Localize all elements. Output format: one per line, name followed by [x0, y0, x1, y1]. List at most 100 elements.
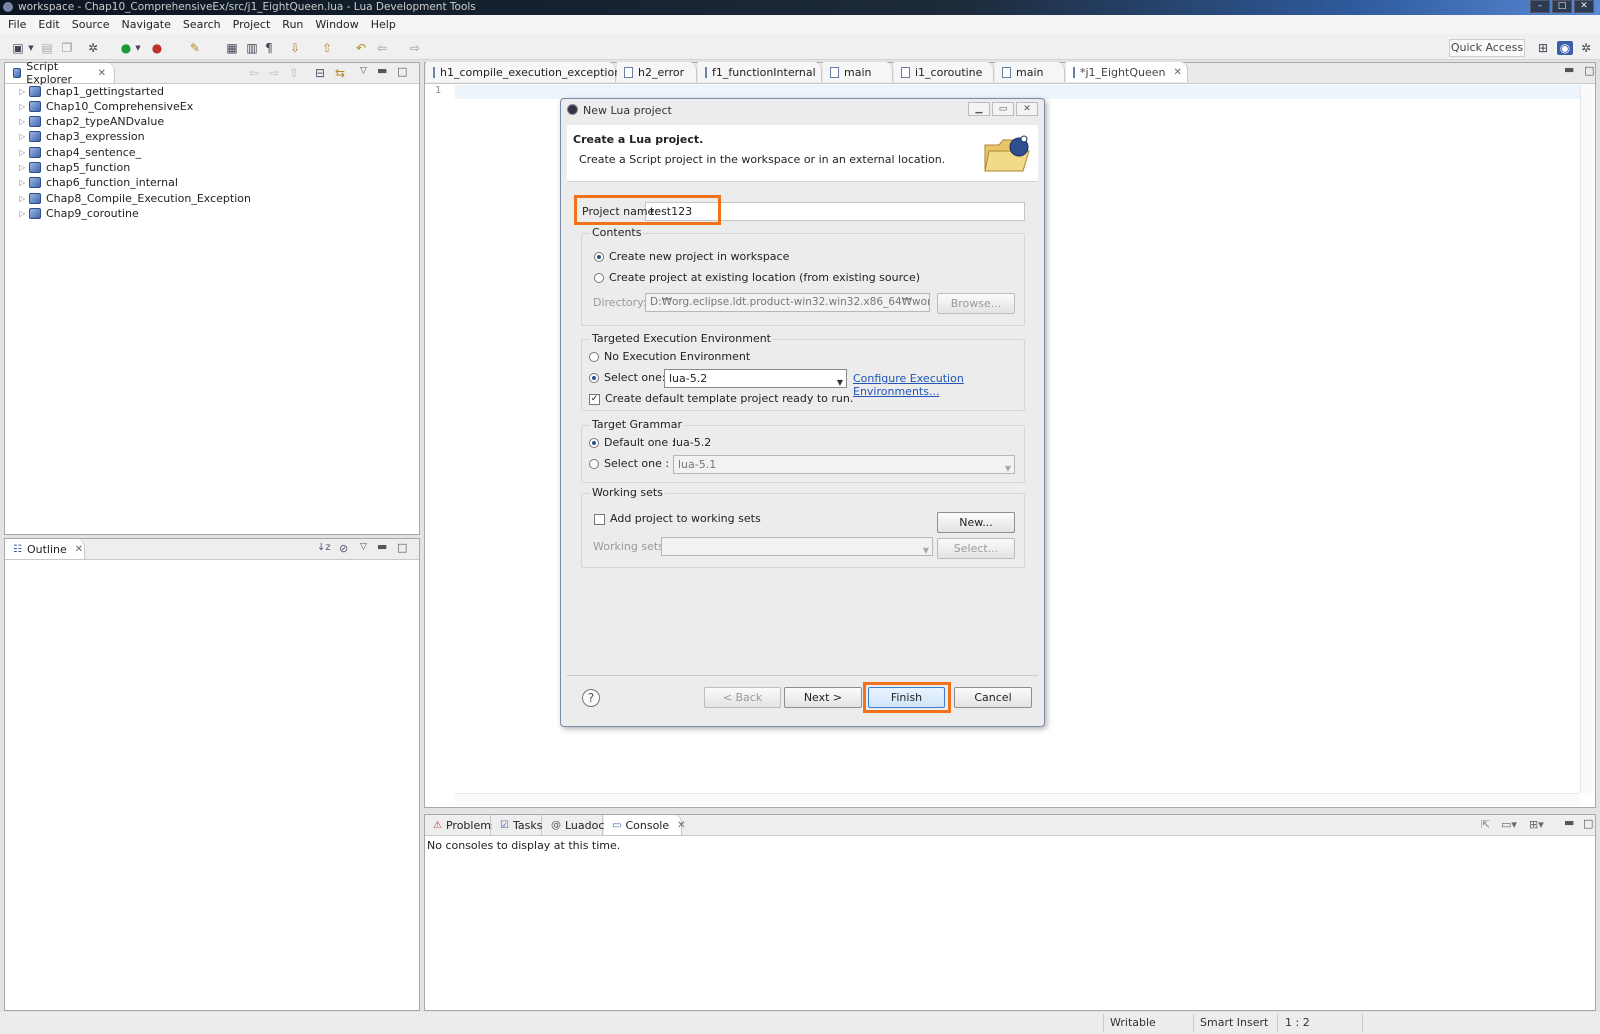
pin-console-icon[interactable]: ⇱: [1481, 818, 1490, 831]
add-working-sets-checkbox[interactable]: Add project to working sets: [594, 512, 761, 525]
link-editor-icon[interactable]: ⇆: [335, 66, 345, 80]
radio-unselected-icon[interactable]: [589, 352, 599, 362]
editor-tab[interactable]: h2_error: [617, 62, 697, 82]
chevron-down-icon[interactable]: ▼: [1005, 460, 1011, 473]
menu-window[interactable]: Window: [315, 18, 358, 31]
radio-unselected-icon[interactable]: [594, 273, 604, 283]
new-dropdown-icon[interactable]: ▼: [27, 41, 35, 55]
tree-item[interactable]: ▷ chap5_function: [19, 160, 130, 175]
sort-icon[interactable]: ↓z: [317, 542, 331, 553]
editor-tab[interactable]: i1_coroutine: [894, 62, 994, 82]
browse-button[interactable]: Browse...: [937, 293, 1015, 314]
select-working-set-button[interactable]: Select...: [937, 538, 1015, 559]
tab-console[interactable]: ▭ Console ✕: [604, 815, 686, 835]
select-grammar-radio[interactable]: Select one :: [589, 457, 669, 470]
filter-icon[interactable]: ⊘: [339, 542, 348, 555]
working-sets-select[interactable]: ▼: [661, 537, 933, 556]
expand-arrow-icon[interactable]: ▷: [19, 209, 29, 218]
minimize-view-icon[interactable]: ▬: [377, 540, 387, 553]
new-wizard-icon[interactable]: ▣: [10, 41, 26, 55]
forward-icon[interactable]: ⇨: [408, 41, 422, 55]
no-exec-env-radio[interactable]: No Execution Environment: [589, 350, 750, 363]
close-icon[interactable]: ✕: [75, 544, 83, 555]
radio-selected-icon[interactable]: [589, 438, 599, 448]
menu-search[interactable]: Search: [183, 18, 221, 31]
display-console-icon[interactable]: ▭▾: [1501, 818, 1517, 831]
view-menu-icon[interactable]: ▽: [360, 542, 367, 552]
tree-item[interactable]: ▷ Chap8_Compile_Execution_Exception: [19, 191, 251, 206]
run-dropdown-icon[interactable]: ▼: [134, 41, 142, 55]
minimize-view-icon[interactable]: ▬: [377, 64, 387, 77]
debug-perspective-icon[interactable]: ✲: [1579, 41, 1593, 55]
maximize-view-icon[interactable]: □: [397, 65, 407, 78]
expand-arrow-icon[interactable]: ▷: [19, 163, 29, 172]
tree-item[interactable]: ▷ chap6_function_internal: [19, 175, 178, 190]
select-exec-env-radio[interactable]: Select one:: [589, 371, 666, 384]
create-new-radio[interactable]: Create new project in workspace: [594, 250, 789, 263]
new-working-set-button[interactable]: New...: [937, 512, 1015, 533]
radio-selected-icon[interactable]: [589, 373, 599, 383]
expand-arrow-icon[interactable]: ▷: [19, 178, 29, 187]
collapse-all-icon[interactable]: ⊟: [315, 66, 325, 80]
expand-arrow-icon[interactable]: ▷: [19, 102, 29, 111]
back-nav-icon[interactable]: ⇦: [249, 66, 259, 80]
expand-arrow-icon[interactable]: ▷: [19, 87, 29, 96]
maximize-editor-icon[interactable]: □: [1584, 64, 1594, 77]
tree-item[interactable]: ▷ chap4_sentence_: [19, 145, 141, 160]
next-annotation-icon[interactable]: ⇩: [288, 41, 302, 55]
open-console-icon[interactable]: ⊞▾: [1529, 818, 1544, 831]
last-edit-icon[interactable]: ↶: [354, 41, 368, 55]
prev-annotation-icon[interactable]: ⇧: [320, 41, 334, 55]
checkbox-unchecked-icon[interactable]: [594, 513, 605, 525]
close-icon[interactable]: ✕: [98, 68, 106, 79]
minimize-editor-icon[interactable]: ▬: [1564, 63, 1574, 76]
tab-problems[interactable]: ⚠ Problems: [425, 815, 497, 835]
menu-project[interactable]: Project: [233, 18, 271, 31]
directory-input[interactable]: D:₩org.eclipse.ldt.product-win32.win32.x…: [645, 293, 930, 312]
grammar-select[interactable]: lua-5.1 ▼: [673, 455, 1015, 474]
chevron-down-icon[interactable]: ▼: [837, 374, 843, 387]
maximize-view-icon[interactable]: □: [397, 541, 407, 554]
save-all-icon[interactable]: ❐: [60, 41, 74, 55]
maximize-button[interactable]: □: [1552, 0, 1572, 13]
default-grammar-radio[interactable]: Default one :: [589, 436, 675, 449]
dialog-minimize-button[interactable]: ▁: [968, 102, 990, 116]
chevron-down-icon[interactable]: ▼: [923, 542, 929, 555]
dialog-close-button[interactable]: ✕: [1016, 102, 1038, 116]
debug-icon[interactable]: ✲: [86, 41, 100, 55]
horizontal-scrollbar[interactable]: [455, 793, 1580, 806]
tree-item[interactable]: ▷ chap2_typeANDvalue: [19, 114, 164, 129]
open-task-icon[interactable]: ▥: [245, 41, 259, 55]
template-checkbox[interactable]: ✓ Create default template project ready t…: [589, 392, 853, 405]
vertical-scrollbar[interactable]: [1580, 85, 1594, 793]
editor-tab[interactable]: f1_functionInternal: [698, 62, 822, 82]
tab-luadoc[interactable]: @ Luadoc: [543, 815, 604, 835]
tab-tasks[interactable]: ☑ Tasks: [492, 815, 542, 835]
quick-access-field[interactable]: Quick Access: [1449, 39, 1525, 57]
close-icon[interactable]: ✕: [677, 820, 685, 831]
create-existing-radio[interactable]: Create project at existing location (fro…: [594, 271, 920, 284]
close-icon[interactable]: ✕: [1173, 67, 1181, 78]
view-menu-icon[interactable]: ▽: [360, 66, 367, 76]
next-button[interactable]: Next >: [784, 687, 862, 708]
editor-tab[interactable]: h1_compile_execution_exception: [426, 62, 621, 82]
expand-arrow-icon[interactable]: ▷: [19, 194, 29, 203]
checkbox-checked-icon[interactable]: ✓: [589, 393, 600, 405]
exec-env-select[interactable]: lua-5.2 ▼: [664, 369, 847, 388]
editor-tab[interactable]: main: [995, 62, 1065, 82]
external-tools-icon[interactable]: ●: [150, 41, 164, 55]
save-icon[interactable]: ▤: [40, 41, 54, 55]
run-icon[interactable]: ●: [119, 41, 133, 55]
tree-item[interactable]: ▷ chap3_expression: [19, 129, 145, 144]
close-button[interactable]: ✕: [1574, 0, 1594, 13]
menu-source[interactable]: Source: [72, 18, 110, 31]
dialog-maximize-button[interactable]: ▭: [992, 102, 1014, 116]
lua-perspective-icon[interactable]: ◉: [1557, 41, 1573, 55]
back-button[interactable]: < Back: [704, 687, 781, 708]
tree-item[interactable]: ▷ Chap10_ComprehensiveEx: [19, 99, 193, 114]
expand-arrow-icon[interactable]: ▷: [19, 117, 29, 126]
cancel-button[interactable]: Cancel: [954, 687, 1032, 708]
back-icon[interactable]: ⇦: [375, 41, 389, 55]
minimize-view-icon[interactable]: ▬: [1564, 816, 1574, 829]
maximize-view-icon[interactable]: □: [1583, 817, 1593, 830]
